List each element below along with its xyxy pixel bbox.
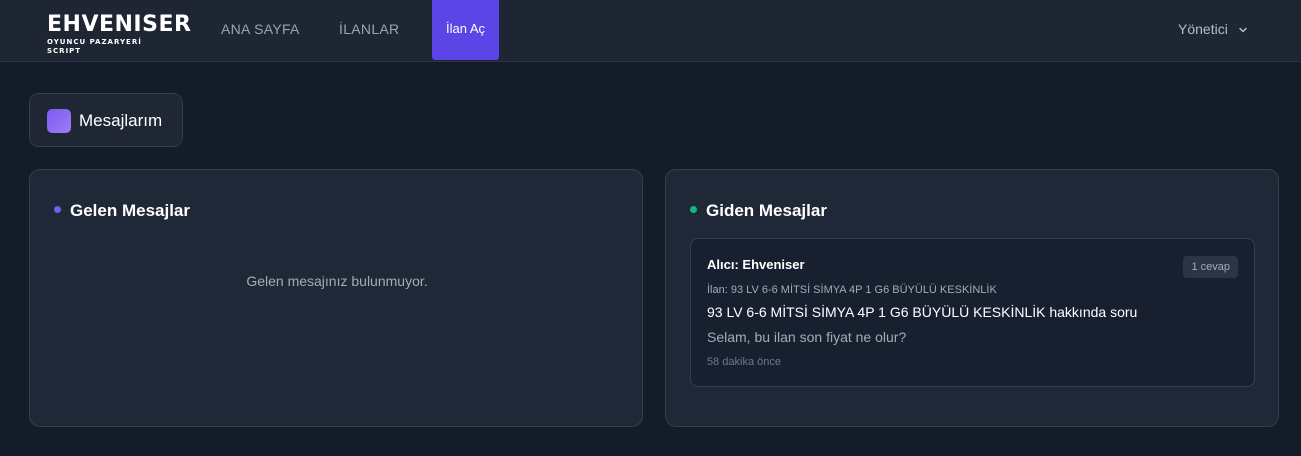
outbox-title: Giden Mesajlar: [690, 200, 827, 222]
inbox-title-text: Gelen Mesajlar: [70, 201, 191, 220]
page-title: Mesajlarım: [79, 111, 163, 130]
messages-icon: [47, 109, 71, 133]
outbox-panel: Giden Mesajlar Alıcı: Ehveniser 1 cevap …: [665, 169, 1279, 427]
nav-listings-link[interactable]: İLANLAR: [339, 0, 399, 60]
nav-home-link[interactable]: ANA SAYFA: [221, 0, 300, 60]
message-subject: 93 LV 6-6 MİTSİ SİMYA 4P 1 G6 BÜYÜLÜ KES…: [707, 304, 1138, 320]
reply-count-badge: 1 cevap: [1183, 256, 1238, 278]
message-body: Selam, bu ilan son fiyat ne olur?: [707, 329, 907, 345]
inbox-empty-text: Gelen mesajınız bulunmuyor.: [246, 273, 428, 289]
user-name: Yönetici: [1178, 21, 1228, 37]
message-time: 58 dakika önce: [707, 356, 781, 368]
create-listing-button[interactable]: İlan Aç: [432, 0, 499, 60]
user-menu[interactable]: Yönetici: [1178, 0, 1248, 60]
message-listing: İlan: 93 LV 6-6 MİTSİ SİMYA 4P 1 G6 BÜYÜ…: [707, 284, 997, 296]
page-header: Mesajlarım: [29, 93, 183, 147]
inbox-dot-icon: [54, 206, 61, 214]
top-navbar: EHVENISER OYUNCU PAZARYERİ SCRIPT ANA SA…: [0, 0, 1301, 62]
chevron-down-icon: [1238, 28, 1247, 33]
message-card[interactable]: Alıcı: Ehveniser 1 cevap İlan: 93 LV 6-6…: [690, 238, 1255, 387]
outbox-title-text: Giden Mesajlar: [706, 201, 827, 220]
inbox-title: Gelen Mesajlar: [54, 200, 190, 222]
message-recipient: Alıcı: Ehveniser: [707, 257, 805, 272]
brand-logo[interactable]: EHVENISER OYUNCU PAZARYERİ SCRIPT: [47, 12, 192, 56]
outbox-dot-icon: [690, 206, 697, 214]
brand-title: EHVENISER: [47, 12, 192, 37]
brand-subtitle: OYUNCU PAZARYERİ SCRIPT: [47, 38, 142, 55]
inbox-panel: Gelen Mesajlar Gelen mesajınız bulunmuyo…: [29, 169, 643, 427]
